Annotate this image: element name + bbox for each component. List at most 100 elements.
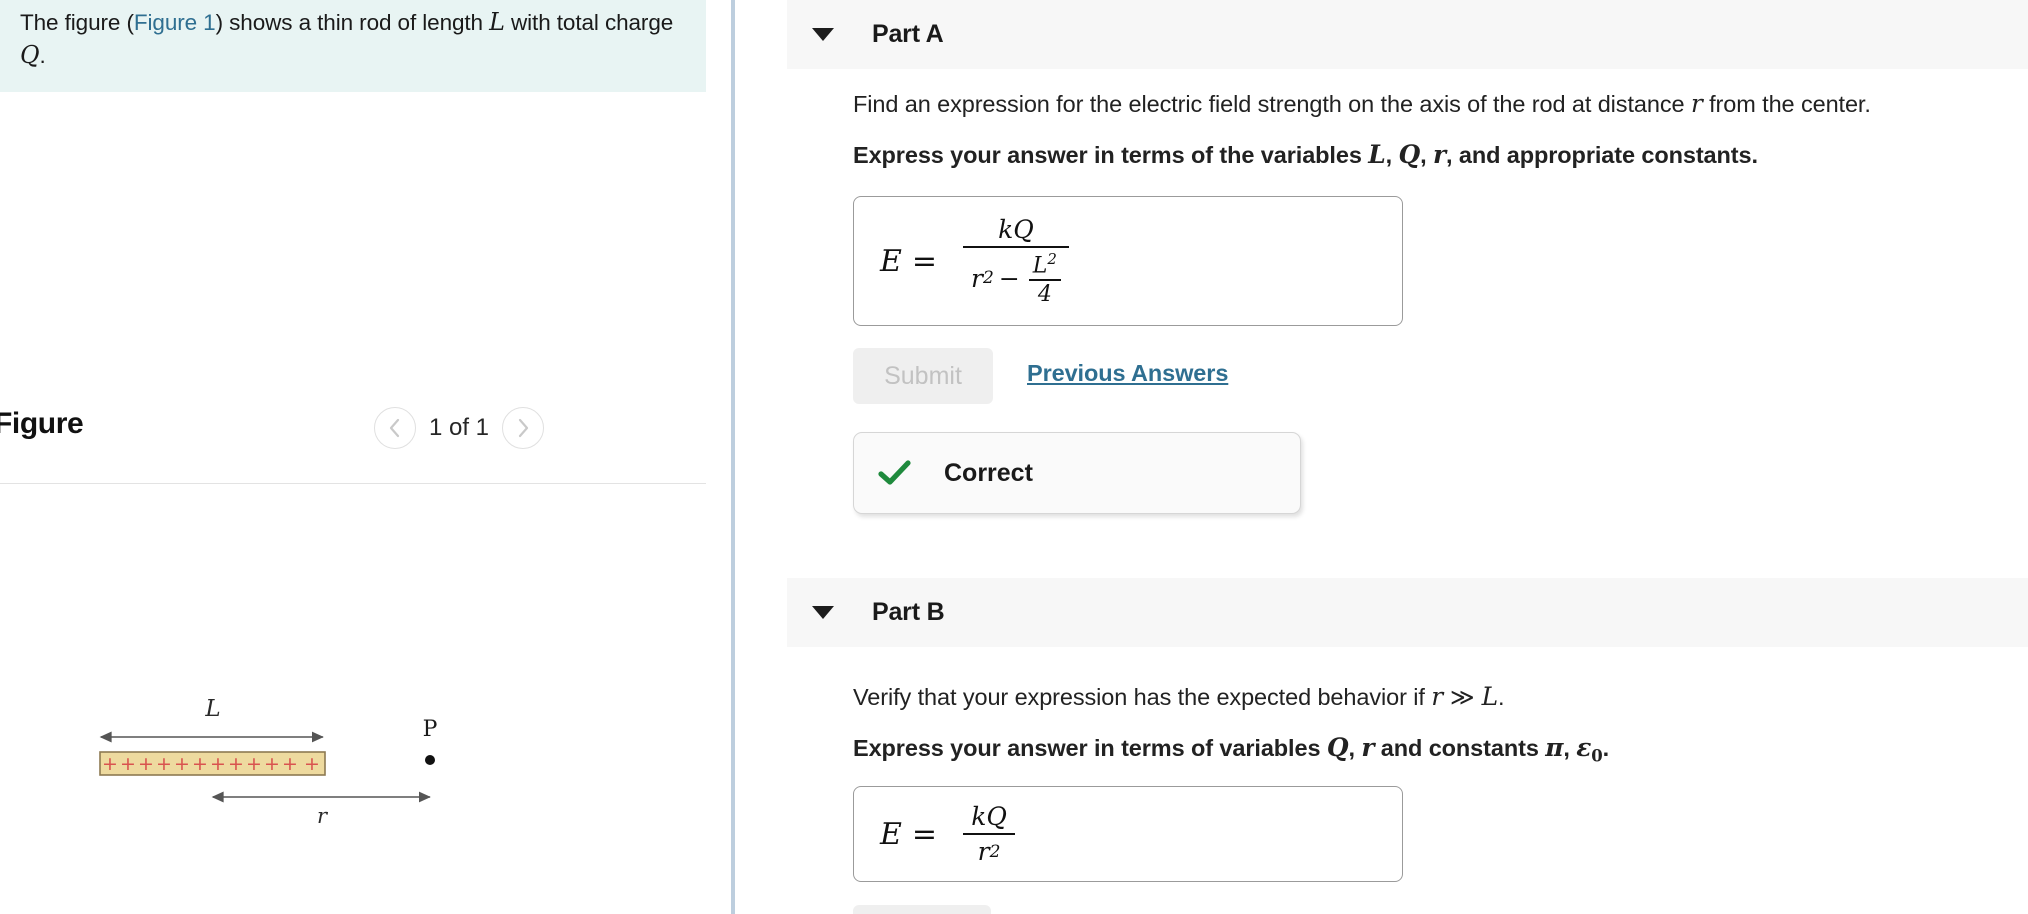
part-a-inner-num-exp: 2 [1047,250,1057,269]
figure-title: Figure [0,407,84,440]
part-b-instr-sep1: , [1348,735,1362,761]
part-b-submit-button[interactable] [853,905,991,914]
intro-var-Q: Q [20,41,40,69]
svg-text:+: + [264,753,280,775]
part-b-prompt: Verify that your expression has the expe… [853,680,2028,714]
part-a-instr-sep1: , [1385,142,1399,168]
caret-down-icon[interactable] [812,28,834,41]
part-a-prompt-after: from the center. [1702,91,1871,117]
problem-page: The figure (Figure 1) shows a thin rod o… [0,0,2028,914]
intro-var-L: L [489,8,505,36]
figure-1-link[interactable]: Figure 1 [134,10,216,35]
part-a-instr-var-Q: Q [1398,140,1421,169]
part-a-instruction-text: Express your answer in terms of the vari… [853,138,2028,172]
diagram-label-L: L [204,696,220,722]
part-b-prompt-after: . [1498,684,1505,710]
part-a-instr-var-r: r [1432,140,1447,169]
chevron-left-icon [389,418,400,438]
problem-intro-box: The figure (Figure 1) shows a thin rod o… [0,0,706,92]
part-b-answer-fraction: kQ r2 [963,802,1016,866]
part-a-feedback-status: Correct [944,458,1033,487]
part-b-instr-sep2: , [1563,735,1577,761]
part-b-answer-equals: = [911,816,938,852]
svg-text:+: + [304,753,320,775]
part-a-answer-box[interactable]: E = kQ r 2− L2 4 [853,196,1403,326]
check-mark-icon [878,460,911,485]
part-a-submit-button[interactable]: Submit [853,348,993,404]
part-b-instr-var-Q: Q [1326,733,1349,762]
part-a-answer-denominator: r 2− L2 4 [963,248,1069,307]
part-b-prompt-operator: ≫ [1450,683,1475,711]
figure-prev-button[interactable] [374,407,416,449]
rod-charge-symbols: + + + + + + + + + + + + [102,753,320,775]
figure-pager-label: 1 of 1 [428,414,490,441]
part-a-instr-after: , and appropriate constants. [1446,142,1758,168]
diagram-label-P: P [423,717,438,742]
figure-header: Figure 1 of 1 [0,405,706,479]
problem-intro-text: The figure (Figure 1) shows a thin rod o… [20,6,686,72]
part-a-prompt-var-r: r [1690,89,1703,118]
part-b-instr-mid: and constants [1374,735,1546,761]
part-a-instr-before: Express your answer in terms of the vari… [853,142,1369,168]
part-a-answer-lhs: E [880,243,902,279]
part-a-instr-var-L: L [1368,140,1386,169]
intro-text-before: The figure ( [20,10,134,35]
caret-down-icon[interactable] [812,606,834,619]
part-a-inner-den: 4 [1037,281,1052,307]
part-a-answer-fraction: kQ r 2− L2 4 [963,215,1069,307]
svg-text:+: + [246,753,262,775]
part-a-title: Part A [872,20,944,48]
svg-text:+: + [120,753,136,775]
part-b-answer-denominator: r2 [970,835,1009,866]
part-b-instr-var-r: r [1361,733,1375,762]
part-a-instruction: Express your answer in terms of the vari… [853,138,2028,172]
part-a-den-inner-fraction: L2 4 [1028,250,1061,307]
part-a-den-base: r [971,263,983,293]
intro-text-mid: with total charge [504,10,674,35]
part-a-question-text: Find an expression for the electric fiel… [853,87,2028,121]
part-b-instr-const-eps-sub: 0 [1591,746,1603,766]
part-b-instruction: Express your answer in terms of variable… [853,731,2028,774]
svg-text:+: + [156,753,172,775]
part-b-instruction-text: Express your answer in terms of variable… [853,731,2028,774]
part-a-prompt: Find an expression for the electric fiel… [853,87,2028,121]
part-b-prompt-var-r: r [1431,682,1444,711]
figure-next-button[interactable] [502,407,544,449]
rod-charge-diagram: L + + + + + + + + + + + + P r [0,690,706,840]
svg-text:+: + [192,753,208,775]
part-b-den-base: r [977,837,990,866]
part-a-den-exp: 2 [983,268,994,289]
svg-text:+: + [228,753,244,775]
part-b-answer-numerator: kQ [971,802,1007,831]
diagram-point-P [425,755,435,765]
part-b-instr-const-eps: ε [1576,733,1592,762]
part-a-feedback-box: Correct [853,432,1301,514]
part-b-header[interactable]: Part B [787,578,2028,647]
part-b-instr-before: Express your answer in terms of variable… [853,735,1327,761]
question-panel: Part A Find an expression for the electr… [735,0,2028,914]
intro-text-after: ) shows a thin rod of length [215,10,490,35]
svg-text:+: + [210,753,226,775]
part-b-instr-const-pi: π [1545,733,1564,762]
part-a-prompt-before: Find an expression for the electric fiel… [853,91,1691,117]
intro-text-end: . [39,43,46,68]
svg-text:+: + [138,753,154,775]
part-b-answer-lhs: E [880,816,902,852]
part-b-title: Part B [872,598,945,626]
part-b-prompt-before: Verify that your expression has the expe… [853,684,1432,710]
diagram-label-r: r [317,804,329,828]
svg-text:+: + [174,753,190,775]
part-a-previous-answers-link[interactable]: Previous Answers [1027,360,1228,387]
figure-pager: 1 of 1 [374,407,544,449]
part-a-header[interactable]: Part A [787,0,2028,69]
rod-diagram-svg: L + + + + + + + + + + + + P r [99,696,438,828]
chevron-right-icon [518,418,529,438]
svg-text:+: + [282,753,298,775]
figure-panel: The figure (Figure 1) shows a thin rod o… [0,0,733,914]
part-b-prompt-var-L: L [1481,682,1499,711]
part-a-instr-sep2: , [1420,142,1433,168]
part-b-answer-box[interactable]: E = kQ r2 [853,786,1403,882]
figure-header-divider [0,483,706,484]
part-a-inner-num-base: L [1032,253,1048,279]
part-a-answer-equals: = [911,243,938,279]
